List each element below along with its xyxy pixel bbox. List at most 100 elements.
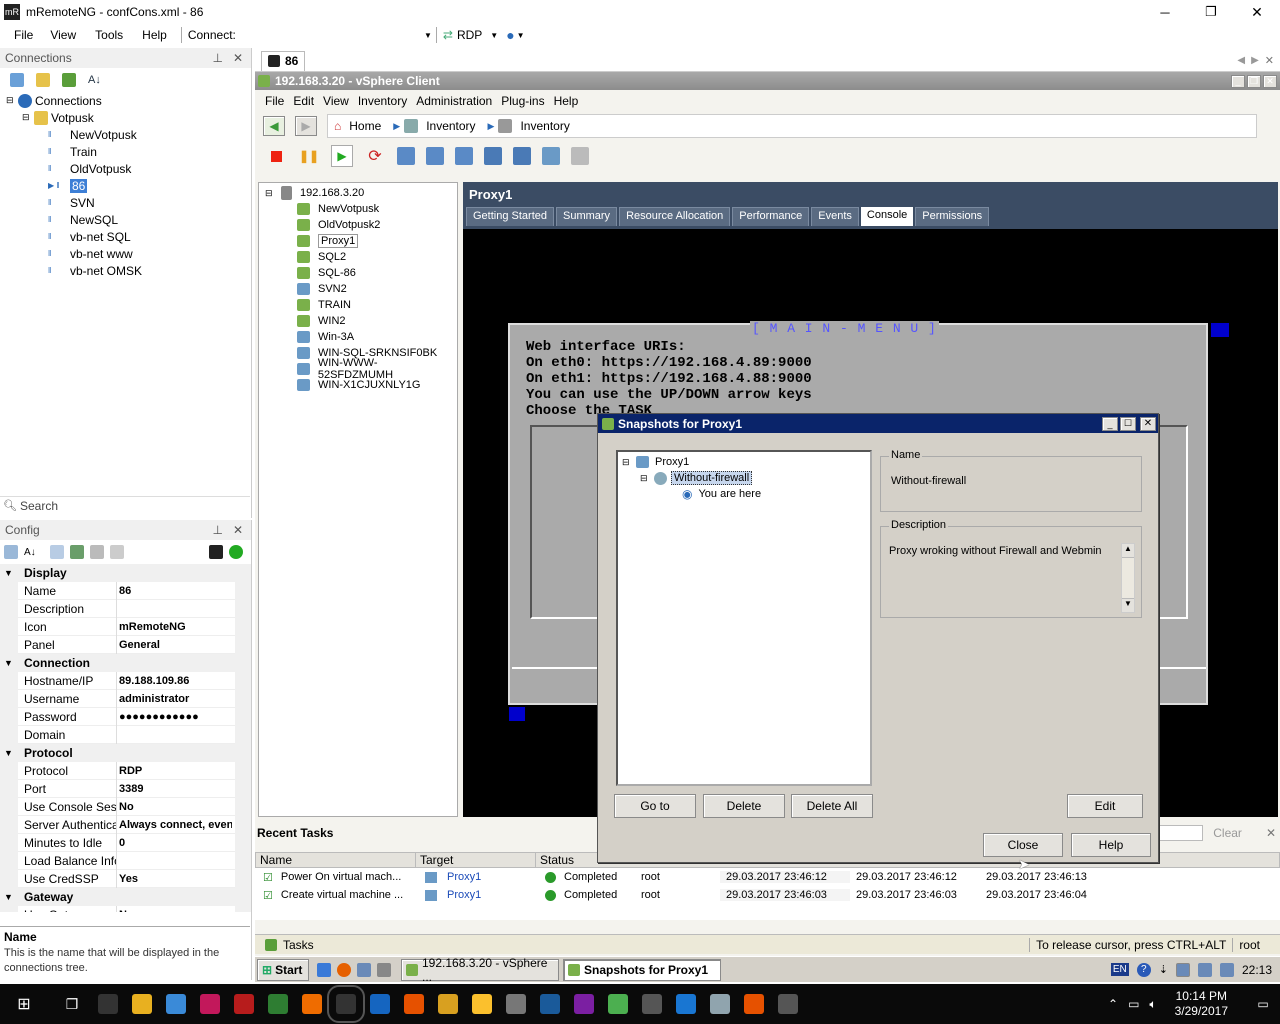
pause-icon[interactable]: ❚❚ <box>298 145 320 167</box>
vsphere-menu-help[interactable]: Help <box>554 94 579 108</box>
inner-task-vsphere[interactable]: 192.168.3.20 - vSphere ... <box>401 956 559 984</box>
help-icon[interactable]: ? <box>1136 962 1151 977</box>
session-tab[interactable]: 86 <box>261 50 306 71</box>
dialog-maximize[interactable]: ☐ <box>1120 416 1136 431</box>
snapshot-manager-icon[interactable] <box>455 147 473 165</box>
tools-disabled-icon[interactable] <box>571 147 589 165</box>
snapshot-icon[interactable] <box>397 147 415 165</box>
property-value[interactable]: ●●●●●●●●●●●● <box>117 711 232 723</box>
dialog-minimize[interactable]: _ <box>1102 416 1118 431</box>
windows-start-icon[interactable]: ⊞ <box>0 994 48 1014</box>
tray-app-icon[interactable] <box>1219 962 1234 977</box>
task-text[interactable]: Proxy1 <box>447 871 481 883</box>
inheritance-icon[interactable] <box>69 545 84 559</box>
volume-icon[interactable]: 🔈︎ <box>1149 997 1156 1012</box>
property-row[interactable]: Password ●●●●●●●●●●●● <box>0 707 235 726</box>
menu-help[interactable]: Help <box>142 28 167 42</box>
pinned-app-icon[interactable] <box>540 994 560 1014</box>
menu-tools[interactable]: Tools <box>95 28 123 42</box>
property-value[interactable]: Yes <box>117 873 232 885</box>
pinned-calendar-icon[interactable] <box>642 994 662 1014</box>
description-scrollbar[interactable]: ▲ ▼ <box>1121 543 1135 613</box>
lang-indicator[interactable]: EN <box>1110 963 1129 976</box>
property-row[interactable]: Minutes to Idle 0 <box>0 833 235 852</box>
vm-item[interactable]: WIN-WWW-52SFDZMUMH <box>265 357 451 381</box>
dialog-close[interactable]: ✕ <box>1140 416 1156 431</box>
collapse-icon[interactable]: ▼ <box>4 568 24 578</box>
clock[interactable]: 10:14 PM 3/29/2017 <box>1175 989 1228 1019</box>
pin-icon[interactable]: ⊥ <box>212 51 222 65</box>
new-folder-icon[interactable] <box>36 73 50 87</box>
property-value[interactable]: RDP <box>117 765 232 777</box>
vm-item[interactable]: SQL2 <box>265 249 451 265</box>
connection-item[interactable]: ‖ SVN <box>6 194 251 211</box>
tab-summary[interactable]: Summary <box>556 207 618 226</box>
menu-file[interactable]: File <box>14 28 33 42</box>
edit-button[interactable]: Edit <box>1067 794 1143 818</box>
globe-icon[interactable]: ● <box>506 27 514 43</box>
protocol-select[interactable]: RDP <box>457 28 482 42</box>
connection-item[interactable]: ▶ ‖ 86 <box>6 177 251 194</box>
tab-console[interactable]: Console <box>860 207 914 226</box>
property-row[interactable]: Icon mRemoteNG <box>0 617 235 636</box>
task-text[interactable]: Proxy1 <box>447 889 481 901</box>
pinned-editor-icon[interactable] <box>268 994 288 1014</box>
pinned-app-icon[interactable] <box>404 994 424 1014</box>
connection-item[interactable]: ‖ NewVotpusk <box>6 126 251 143</box>
connection-item[interactable]: ‖ vb-net SQL <box>6 228 251 245</box>
pinned-visual-studio-icon[interactable] <box>574 994 594 1014</box>
pinned-explorer-icon[interactable] <box>132 994 152 1014</box>
property-value[interactable]: No <box>117 801 232 813</box>
pinned-app-icon[interactable] <box>472 994 492 1014</box>
pinned-mremoteng-icon[interactable] <box>327 985 365 1023</box>
tree-host[interactable]: 192.168.3.20 <box>300 187 364 199</box>
network-icon[interactable]: ▭ <box>1128 997 1139 1011</box>
vsphere-close[interactable]: ✕ <box>1263 74 1277 88</box>
vsphere-menu-edit[interactable]: Edit <box>293 94 314 108</box>
property-value[interactable]: Never <box>117 909 232 913</box>
property-value[interactable]: administrator <box>117 693 232 705</box>
pinned-winrar-icon[interactable] <box>200 994 220 1014</box>
revert-icon[interactable] <box>426 147 444 165</box>
property-row[interactable]: Use CredSSP Yes <box>0 869 235 888</box>
host-icon[interactable] <box>109 545 124 559</box>
tray-chevron-icon[interactable]: ⌃ <box>1108 997 1118 1011</box>
forward-button[interactable]: ▶ <box>295 116 317 136</box>
maximize-button[interactable]: ❐ <box>1188 4 1234 20</box>
tray-network-icon[interactable] <box>1175 962 1190 977</box>
pinned-archive-icon[interactable] <box>234 994 254 1014</box>
tasks-button[interactable]: Tasks <box>283 938 314 952</box>
property-value[interactable]: General <box>117 639 232 651</box>
properties-icon[interactable] <box>49 545 64 559</box>
quicklaunch-ie-icon[interactable] <box>317 962 331 977</box>
minimize-button[interactable]: ─ <box>1142 5 1188 20</box>
tree-root[interactable]: Connections <box>35 94 102 108</box>
vm-item[interactable]: Proxy1 <box>265 233 451 249</box>
close-dialog-button[interactable]: Close <box>983 833 1063 857</box>
connection-item[interactable]: ‖ Train <box>6 143 251 160</box>
chevron-down-icon[interactable]: ▼ <box>490 31 498 40</box>
property-row[interactable]: Username administrator <box>0 689 235 708</box>
delete-button[interactable]: Delete <box>703 794 785 818</box>
property-row[interactable]: Description <box>0 599 235 618</box>
clear-button[interactable]: Clear <box>1213 826 1242 840</box>
vm-item[interactable]: SVN2 <box>265 281 451 297</box>
connect-input[interactable]: ▼ <box>236 26 432 44</box>
vsphere-maximize[interactable]: ❐ <box>1247 74 1261 88</box>
property-row[interactable]: Name 86 <box>0 581 235 600</box>
play-icon[interactable]: ▶ <box>331 145 353 167</box>
connection-item[interactable]: ‖ OldVotpusk <box>6 160 251 177</box>
snapshot-tree-item[interactable]: Without-firewall <box>671 471 753 485</box>
edit-settings-icon[interactable] <box>513 147 531 165</box>
pin-icon[interactable]: ⊥ <box>212 523 222 537</box>
vm-item[interactable]: Win-3A <box>265 329 451 345</box>
quicklaunch-tools-icon[interactable] <box>377 962 391 977</box>
console-icon[interactable] <box>484 147 502 165</box>
breadcrumb-home[interactable]: Home <box>349 119 381 133</box>
pinned-firefox-icon[interactable] <box>744 994 764 1014</box>
close-button[interactable]: ✕ <box>1234 4 1280 21</box>
tab-getting-started[interactable]: Getting Started <box>466 207 554 226</box>
property-row[interactable]: Use GatewayNever <box>0 905 235 913</box>
property-value[interactable]: Always connect, even <box>117 819 232 831</box>
search-input[interactable]: Search <box>20 499 58 513</box>
